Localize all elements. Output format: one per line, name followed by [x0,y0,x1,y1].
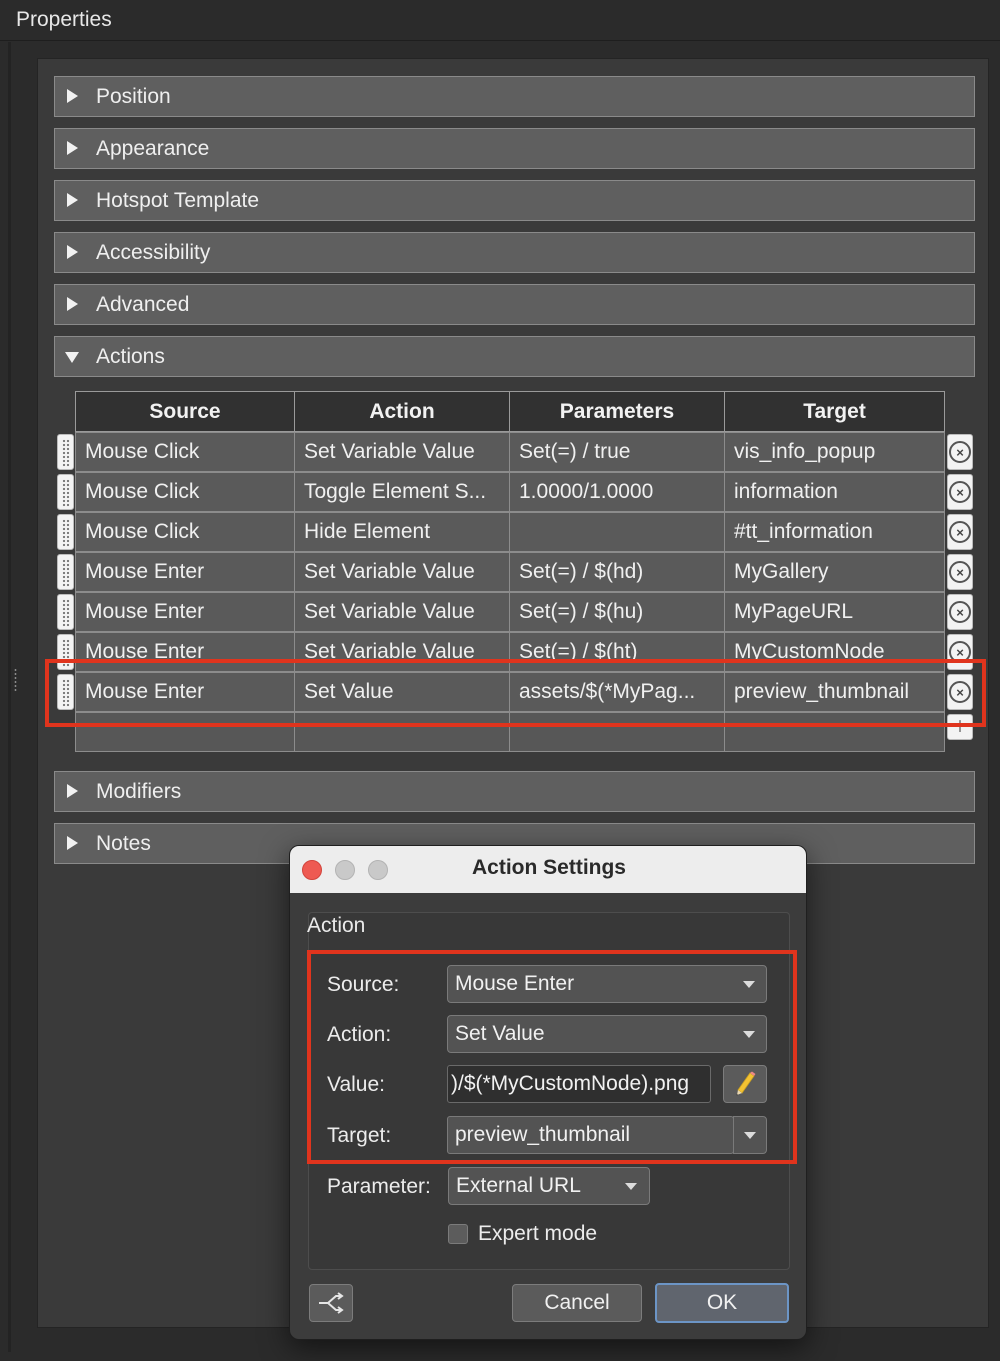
share-icon [319,1292,344,1314]
section-label: Actions [96,345,165,368]
table-cell[interactable] [509,512,725,552]
cancel-button[interactable]: Cancel [512,1284,642,1322]
collapse-triangle-icon [65,352,79,363]
delete-row-button[interactable]: × [947,514,973,550]
column-header-target[interactable]: Target [724,391,945,432]
expand-triangle-icon [67,141,78,155]
section-label: Advanced [96,293,190,316]
share-button[interactable] [309,1284,353,1322]
expand-triangle-icon [67,784,78,798]
close-circle-icon: × [949,481,971,503]
splitter-grip-icon[interactable] [13,668,18,692]
section-position[interactable]: Position [54,76,975,117]
close-circle-icon: × [949,521,971,543]
left-dock-strip [8,42,11,1352]
drag-handle-icon[interactable] [57,554,74,590]
close-circle-icon: × [949,561,971,583]
dialog-title: Action Settings [471,856,626,879]
section-advanced[interactable]: Advanced [54,284,975,325]
section-label: Notes [96,832,151,855]
drag-handle-icon[interactable] [57,594,74,630]
parameter-label: Parameter: [327,1175,431,1198]
column-header-action[interactable]: Action [294,391,510,432]
highlight-dialog-fields [307,950,797,1164]
section-modifiers[interactable]: Modifiers [54,771,975,812]
expand-triangle-icon [67,297,78,311]
table-cell[interactable]: Set Variable Value [294,432,510,472]
section-label: Accessibility [96,241,211,264]
expert-mode-label: Expert mode [478,1222,598,1245]
table-cell[interactable]: Set(=) / true [509,432,725,472]
table-cell[interactable]: Mouse Click [75,472,295,512]
panel-header-divider [0,40,1000,41]
delete-row-button[interactable]: × [947,594,973,630]
table-cell[interactable]: Mouse Click [75,432,295,472]
drag-handle-icon[interactable] [57,474,74,510]
table-cell[interactable]: Mouse Click [75,512,295,552]
action-group-title: Action [307,914,366,937]
parameter-select[interactable]: External URL [448,1167,650,1205]
dialog-title-bar[interactable]: Action Settings [290,846,806,893]
expert-mode-checkbox[interactable] [448,1224,468,1244]
table-cell[interactable]: information [724,472,945,512]
section-hotspot-template[interactable]: Hotspot Template [54,180,975,221]
table-cell[interactable]: 1.0000/1.0000 [509,472,725,512]
section-appearance[interactable]: Appearance [54,128,975,169]
section-label: Hotspot Template [96,189,260,212]
table-cell[interactable]: Set(=) / $(hd) [509,552,725,592]
table-cell[interactable]: Hide Element [294,512,510,552]
expand-triangle-icon [67,836,78,850]
table-cell[interactable]: Mouse Enter [75,592,295,632]
section-label: Appearance [96,137,210,160]
table-cell[interactable]: Set(=) / $(hu) [509,592,725,632]
table-cell[interactable]: #tt_information [724,512,945,552]
expand-triangle-icon [67,193,78,207]
expand-triangle-icon [67,245,78,259]
table-cell[interactable]: vis_info_popup [724,432,945,472]
table-cell[interactable]: Set Variable Value [294,592,510,632]
column-header-parameters[interactable]: Parameters [509,391,725,432]
section-actions[interactable]: Actions [54,336,975,377]
expand-triangle-icon [67,89,78,103]
table-cell[interactable]: Toggle Element S... [294,472,510,512]
table-cell[interactable]: MyGallery [724,552,945,592]
parameter-select-value: External URL [456,1174,581,1197]
close-circle-icon: × [949,601,971,623]
delete-row-button[interactable]: × [947,434,973,470]
ok-button[interactable]: OK [655,1283,789,1323]
close-circle-icon: × [949,441,971,463]
section-label: Modifiers [96,780,182,803]
table-cell[interactable]: Mouse Enter [75,552,295,592]
drag-handle-icon[interactable] [57,434,74,470]
table-cell[interactable]: Set Variable Value [294,552,510,592]
highlight-table-row [45,659,986,727]
delete-row-button[interactable]: × [947,554,973,590]
delete-row-button[interactable]: × [947,474,973,510]
section-label: Position [96,85,171,108]
action-settings-dialog: Action Settings Action Source: Mouse Ent… [289,845,807,1340]
panel-title: Properties [16,8,112,31]
section-accessibility[interactable]: Accessibility [54,232,975,273]
column-header-source[interactable]: Source [75,391,295,432]
table-cell[interactable]: MyPageURL [724,592,945,632]
drag-handle-icon[interactable] [57,514,74,550]
chevron-down-icon [625,1183,637,1190]
